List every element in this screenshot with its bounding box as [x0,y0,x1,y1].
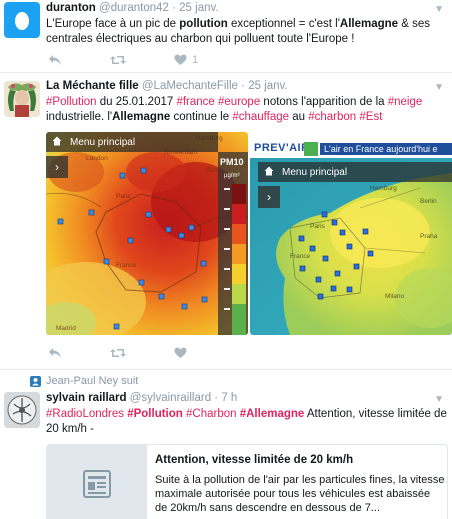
city-label: Praha [420,233,438,240]
city-label: France [116,262,137,269]
reply-icon[interactable] [48,54,62,66]
city-label: France [290,253,311,260]
city-label: Berlin [420,198,437,205]
expand-panel-button[interactable]: › [46,156,68,178]
tweet-date[interactable]: 25 janv. [179,2,218,14]
follow-notice[interactable]: Jean-Paul Ney suit [46,375,138,387]
hashtag-link[interactable]: #Est [359,111,382,123]
divider [0,369,452,370]
author-name[interactable]: duranton [46,2,96,14]
pm10-heatmap: London Amsterdam Hamburg Berlin Paris Fr… [46,132,248,335]
author-handle[interactable]: @LaMechanteFille [142,80,238,92]
author-handle[interactable]: @sylvainraillard [130,392,211,404]
card-description: Suite à la pollution de l'air par les pa… [155,474,445,514]
hashtag-link[interactable]: #Pollution [127,408,183,420]
text-bold: pollution [179,18,228,30]
author-name[interactable]: La Méchante fille [46,80,139,92]
prevair-logo: PREV'AIR [254,142,310,154]
text-part: au [289,111,309,123]
prevair-badge [304,142,318,156]
like-icon[interactable] [174,347,187,359]
like-count: 1 [192,54,199,66]
retweet-icon[interactable] [110,347,126,359]
separator-dot: · [241,80,245,92]
text-part: notons l'apparition de la [260,96,388,108]
prevair-header: PREV'AIR L'air en France aujourd'hui e [250,132,452,158]
hashtag-link[interactable]: #neige [388,96,423,108]
legend-title: PM10 [220,157,244,167]
separator-dot: · [172,2,176,14]
city-label: London [86,155,108,162]
author-name[interactable]: sylvain raillard [46,392,127,404]
text-bold: Allemagne [112,111,171,123]
city-label: Paris [116,193,132,200]
prevair-map: Hamburg Berlin Praha Paris France Milano [250,158,452,335]
author-handle[interactable]: @duranton42 [99,2,169,14]
text-part: du 25.01.2017 [96,96,177,108]
hashtag-link[interactable]: #chauffage [232,111,289,123]
user-avatar[interactable] [4,392,40,428]
tweet-text: #Pollution du 25.01.2017 #france #europe… [46,95,446,125]
menu-label[interactable]: Menu principal [70,137,135,148]
home-icon[interactable] [264,166,274,179]
hashtag-link[interactable]: #europe [218,96,260,108]
like-icon[interactable]: 1 [174,54,198,66]
hashtag-link[interactable]: #france [176,96,214,108]
hashtag-link[interactable]: #charbon [308,111,356,123]
city-label: Paris [310,223,326,230]
hashtag-link[interactable]: #RadioLondres [46,408,124,420]
text-part: continue le [170,111,233,123]
tweet-date[interactable]: 7 h [221,392,237,404]
caret-down-icon[interactable]: ▼ [434,4,444,15]
menu-label[interactable]: Menu principal [282,167,347,178]
map-menu-bar[interactable]: Menu principal [258,162,452,182]
text-part: exceptionnel = c'est l' [227,18,340,30]
text-part: industrielle. l' [46,111,113,123]
expand-panel-button[interactable]: › [258,186,280,208]
link-preview-card[interactable]: Attention, vitesse limitée de 20 km/h Su… [46,444,448,519]
article-icon [83,469,111,501]
card-thumbnail [47,445,147,519]
caret-down-icon[interactable]: ▼ [434,394,444,405]
home-icon[interactable] [52,136,62,149]
tweet-lamechantefille[interactable]: La Méchante fille @LaMechanteFille · 25 … [0,73,452,369]
text-part: L'Europe face à un pic de [46,18,180,30]
text-bold: Allemagne [339,18,399,30]
city-label: Milano [385,293,405,300]
hashtag-link[interactable]: #Allemagne [240,408,305,420]
follow-context[interactable]: Jean-Paul Ney suit [0,375,452,389]
egg-avatar[interactable] [4,2,40,38]
prevair-tagline: L'air en France aujourd'hui e [320,143,452,155]
tweet-text: L'Europe face à un pic de pollution exce… [46,17,446,47]
tweet-text: #RadioLondres #Pollution #Charbon #Allem… [46,407,448,437]
separator-dot: · [214,392,219,404]
city-label: Madrid [56,325,76,332]
caret-down-icon[interactable]: ▼ [434,82,444,93]
hashtag-link[interactable]: #Pollution [46,96,97,108]
map-menu-bar[interactable]: Menu principal [46,132,218,152]
city-label: Hamburg [370,185,397,192]
legend-unit: µg/m³ [224,173,239,179]
retweet-icon[interactable] [110,54,126,66]
person-icon [30,376,41,387]
card-title[interactable]: Attention, vitesse limitée de 20 km/h [155,453,445,467]
user-avatar[interactable] [4,81,40,117]
tweet-date[interactable]: 25 janv. [248,80,287,92]
tweet-duranton[interactable]: duranton @duranton42 · 25 janv. ▼ L'Euro… [0,0,452,72]
pollution-map-image[interactable]: London Amsterdam Hamburg Berlin Paris Fr… [46,132,248,335]
hashtag-link[interactable]: #Charbon [186,408,237,420]
prevair-map-image[interactable]: PREV'AIR L'air en France aujourd'hui e H… [250,132,452,335]
reply-icon[interactable] [48,347,62,359]
